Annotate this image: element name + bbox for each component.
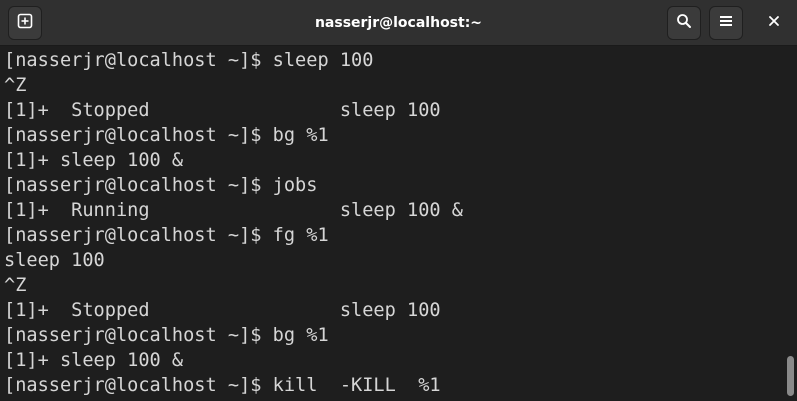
terminal-line: ^Z xyxy=(4,275,27,296)
terminal-line: [nasserjr@localhost ~]$ fg %1 xyxy=(4,225,329,246)
terminal-line: [1]+ sleep 100 & xyxy=(4,150,184,171)
terminal-line: [nasserjr@localhost ~]$ bg %1 xyxy=(4,125,329,146)
hamburger-menu-icon xyxy=(719,14,733,33)
terminal-line: [nasserjr@localhost ~]$ jobs xyxy=(4,175,318,196)
terminal-line: [1]+ Stopped sleep 100 xyxy=(4,300,441,321)
terminal-line: sleep 100 xyxy=(4,250,105,271)
terminal-lines: [nasserjr@localhost ~]$ sleep 100 ^Z [1]… xyxy=(4,48,463,398)
terminal-line: [1]+ sleep 100 & xyxy=(4,350,184,371)
terminal-line: [1]+ Stopped sleep 100 xyxy=(4,100,441,121)
scrollbar-thumb[interactable] xyxy=(787,356,794,396)
new-tab-button[interactable] xyxy=(8,6,42,40)
terminal-line: [nasserjr@localhost ~]$ bg %1 xyxy=(4,325,329,346)
header-bar: nasserjr@localhost:~ xyxy=(0,0,797,46)
terminal-output[interactable]: [nasserjr@localhost ~]$ sleep 100 ^Z [1]… xyxy=(0,46,797,401)
search-button[interactable] xyxy=(667,6,701,40)
terminal-line: ^Z xyxy=(4,75,27,96)
terminal-line: [1]+ Running sleep 100 & xyxy=(4,200,463,221)
new-tab-icon xyxy=(17,13,33,34)
terminal-window: nasserjr@localhost:~ [nasserjr@localhost… xyxy=(0,0,797,401)
close-icon xyxy=(768,14,780,32)
search-icon xyxy=(676,13,692,34)
terminal-line: [nasserjr@localhost ~]$ kill -KILL %1 xyxy=(4,375,441,396)
menu-button[interactable] xyxy=(709,6,743,40)
terminal-line: [nasserjr@localhost ~]$ sleep 100 xyxy=(4,50,374,71)
close-button[interactable] xyxy=(757,6,791,40)
